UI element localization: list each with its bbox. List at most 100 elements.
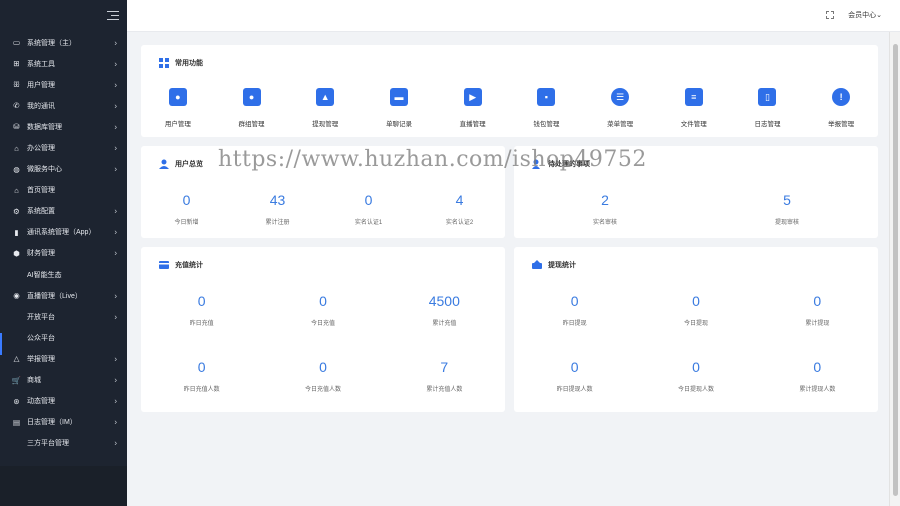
- withdraw-row-1: 0 昨日提现 0 今日提现 0 累计提现: [514, 293, 878, 327]
- sidebar-item-label: 直播管理（Live）: [27, 292, 82, 300]
- menu-manage-icon: ☰: [611, 88, 630, 106]
- sidebar-item[interactable]: ⚙ 系统配置 ›: [0, 201, 127, 222]
- sidebar-item[interactable]: ⌂ 首页管理: [0, 180, 127, 201]
- card-title: 用户总览: [175, 161, 203, 168]
- chevron-right-icon: ›: [114, 143, 117, 153]
- stat-value: 0: [319, 293, 327, 309]
- wallet-manage-icon: ▪: [537, 88, 556, 106]
- chevron-right-icon: ›: [114, 417, 117, 427]
- stat-item: 0 今日充值人数: [262, 359, 383, 393]
- active-indicator: [0, 333, 2, 355]
- stat-value: 4: [455, 192, 464, 208]
- quick-function-item[interactable]: ● 用户管理: [141, 88, 215, 128]
- quick-function-item[interactable]: ▯ 日志管理: [731, 88, 805, 128]
- stat-label: 累计充值: [432, 321, 457, 327]
- stat-value: 0: [197, 293, 206, 309]
- sidebar-item[interactable]: ▤ 日志管理（IM） ›: [0, 412, 127, 433]
- stat-item: 0 昨日提现: [514, 293, 635, 327]
- chevron-right-icon: ›: [114, 122, 117, 132]
- finance-icon: ⬢: [13, 248, 20, 258]
- top-header: 会员中心⌄: [127, 0, 900, 32]
- quick-function-item[interactable]: ≡ 文件管理: [657, 88, 731, 128]
- stat-item: 0 累计提现人数: [757, 359, 878, 393]
- chevron-right-icon: ›: [114, 101, 117, 111]
- chevron-right-icon: ›: [114, 206, 117, 216]
- sidebar-item[interactable]: AI智能生态: [0, 264, 127, 285]
- menu-collapse-icon[interactable]: [107, 11, 119, 21]
- stat-value: 4500: [428, 293, 460, 309]
- page-scrollbar[interactable]: [889, 32, 900, 506]
- stat-label: 昨日充值: [189, 321, 214, 327]
- stat-item: 43 累计注册: [232, 192, 323, 226]
- stat-item: 0 今日提现: [635, 293, 756, 327]
- sidebar-item[interactable]: 🛒 商城 ›: [0, 370, 127, 391]
- group-manage-icon: ●: [242, 88, 261, 106]
- stat-label: 昨日提现人数: [556, 387, 593, 393]
- quick-functions-card: 常用功能 ● 用户管理 ● 群组管理 ▲ 提现管理 ▬ 单聊记录 ▶ 直播管理 ▪ 钱包管理 ☰ 菜单管理…: [141, 45, 878, 137]
- quick-function-item[interactable]: ! 举报管理: [804, 88, 878, 128]
- dynamic-icon: ⊛: [13, 396, 20, 406]
- sidebar-item[interactable]: △ 举报管理 ›: [0, 348, 127, 369]
- chevron-right-icon: ›: [114, 59, 117, 69]
- sidebar-item-label: 开放平台: [27, 313, 55, 321]
- sidebar-item[interactable]: ◍ 微服务中心 ›: [0, 159, 127, 180]
- member-center-menu[interactable]: 会员中心⌄: [848, 10, 882, 20]
- chart-icon: ▮: [14, 227, 19, 237]
- recharge-icon: [159, 261, 169, 269]
- stat-label: 今日提现: [683, 321, 708, 327]
- quick-function-item[interactable]: ▲ 提现管理: [288, 88, 362, 128]
- sidebar-item[interactable]: 三方平台管理 ›: [0, 433, 127, 454]
- stat-label: 今日新增: [174, 220, 199, 226]
- warning-icon: △: [13, 354, 20, 364]
- fullscreen-icon[interactable]: [826, 11, 834, 19]
- card-title: 提现统计: [548, 262, 576, 269]
- users-icon: ꕥ: [13, 79, 20, 89]
- stat-label: 累计提现人数: [799, 387, 836, 393]
- phone-icon: ✆: [13, 101, 20, 111]
- log-icon: ▤: [12, 417, 21, 427]
- user-manage-icon: ●: [168, 88, 187, 106]
- card-header: 常用功能: [159, 58, 203, 68]
- stat-value: 43: [269, 192, 286, 208]
- chevron-right-icon: ›: [114, 375, 117, 385]
- sidebar-item-label: 我的通讯: [27, 102, 55, 110]
- sidebar-item-label: 三方平台管理: [27, 440, 69, 448]
- stat-value: 5: [783, 192, 791, 208]
- quick-function-item[interactable]: ▬ 单聊记录: [362, 88, 436, 128]
- sidebar-item[interactable]: ▭ 系统管理（主） ›: [0, 32, 127, 53]
- stat-item: 7 累计充值人数: [384, 359, 505, 393]
- sidebar-item[interactable]: ⛁ 数据库管理 ›: [0, 116, 127, 137]
- scrollbar-thumb[interactable]: [893, 44, 898, 496]
- quick-function-item[interactable]: ▪ 钱包管理: [510, 88, 584, 128]
- quick-function-label: 日志管理: [754, 121, 781, 128]
- stat-value: 0: [692, 359, 700, 375]
- sidebar-item-label: AI智能生态: [27, 271, 62, 279]
- sidebar-item[interactable]: 开放平台 ›: [0, 306, 127, 327]
- quick-function-item[interactable]: ● 群组管理: [215, 88, 289, 128]
- chevron-right-icon: ›: [114, 248, 117, 258]
- sidebar-item[interactable]: 公众平台: [0, 327, 127, 348]
- sidebar-item[interactable]: ⊛ 动态管理 ›: [0, 391, 127, 412]
- quick-function-item[interactable]: ▶ 直播管理: [436, 88, 510, 128]
- sidebar-item-label: 举报管理: [27, 355, 55, 363]
- stat-label: 今日提现人数: [677, 387, 714, 393]
- user-overview-stats: 0 今日新增 43 累计注册 0 实名认证1 4 实名认证2: [141, 192, 505, 226]
- sidebar-nav: ▭ 系统管理（主） › ⊞ 系统工具 › ꕥ 用户管理 › ✆ 我的通讯 › ⛁ 数据库管理 › ⌂ 办公管理 ›…: [0, 32, 127, 454]
- sidebar-item[interactable]: ⬢ 财务管理 ›: [0, 243, 127, 264]
- sidebar-item[interactable]: ✆ 我的通讯 ›: [0, 95, 127, 116]
- sidebar-item[interactable]: ꕥ 用户管理 ›: [0, 74, 127, 95]
- sidebar-item-label: 商城: [27, 377, 41, 385]
- stat-value: 7: [440, 359, 449, 375]
- stat-item: 0 昨日提现人数: [514, 359, 635, 393]
- chat-record-icon: ▬: [389, 88, 408, 106]
- monitor-icon: ▭: [12, 38, 21, 48]
- globe-icon: ◍: [13, 164, 20, 174]
- sidebar-item[interactable]: ◉ 直播管理（Live） ›: [0, 285, 127, 306]
- quick-function-label: 文件管理: [680, 121, 707, 128]
- sidebar-item[interactable]: ▮ 通讯系统管理（App） ›: [0, 222, 127, 243]
- sidebar-item[interactable]: ⌂ 办公管理 ›: [0, 137, 127, 158]
- sidebar-item[interactable]: ⊞ 系统工具 ›: [0, 53, 127, 74]
- quick-function-item[interactable]: ☰ 菜单管理: [583, 88, 657, 128]
- stat-item: 0 今日充值: [262, 293, 383, 327]
- live-icon: ◉: [13, 291, 20, 301]
